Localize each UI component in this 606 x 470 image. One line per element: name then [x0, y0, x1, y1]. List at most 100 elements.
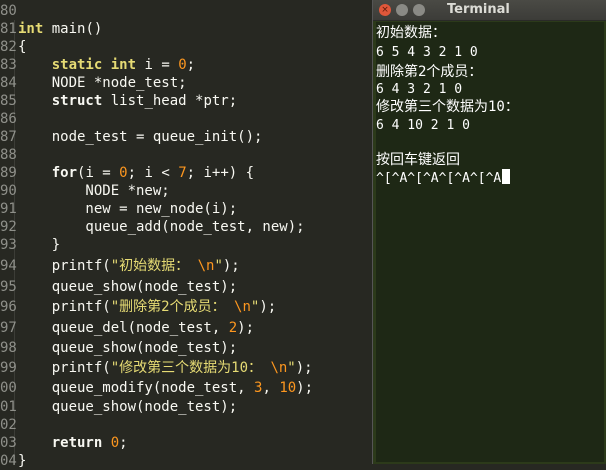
- line-number: 80: [0, 3, 17, 19]
- string-literal: ": [214, 258, 223, 274]
- line-number: 94: [0, 258, 17, 274]
- number-literal: 0: [119, 165, 128, 181]
- code-text: ; i++) {: [186, 165, 255, 181]
- code-text: printf(: [18, 258, 111, 274]
- line-number: 91: [0, 201, 17, 217]
- line-number: 86: [0, 111, 17, 127]
- keyword: int: [110, 57, 137, 73]
- code-text: );: [295, 360, 313, 376]
- code-line[interactable]: 88: [0, 146, 18, 164]
- code-text: );: [259, 299, 277, 315]
- code-text: NODE *new;: [18, 183, 170, 199]
- code-line[interactable]: 02: [0, 416, 18, 434]
- code-text: NODE *node_test;: [18, 75, 187, 91]
- code-text: queue_show(node_test);: [18, 399, 238, 415]
- line-number: 00: [0, 380, 17, 396]
- code-text: );: [222, 258, 240, 274]
- maximize-icon[interactable]: [413, 4, 425, 16]
- line-number: 84: [0, 75, 17, 91]
- keyword: static: [51, 57, 103, 73]
- code-line[interactable]: 98 queue_show(node_test);: [0, 339, 237, 357]
- terminal-line: 6 4 10 2 1 0: [376, 118, 470, 133]
- escape-sequence: \n: [197, 258, 215, 274]
- code-text: );: [237, 320, 255, 336]
- code-text: queue_add(node_test, new);: [18, 219, 305, 235]
- string-literal: "修改第三个数据为10：: [110, 360, 271, 376]
- code-text: printf(: [18, 360, 111, 376]
- code-text: ;: [119, 435, 128, 451]
- code-text: ;: [186, 57, 196, 73]
- terminal-line: 6 4 3 2 1 0: [376, 82, 463, 97]
- terminal-line: 按回车键返回: [376, 152, 460, 168]
- code-text: node_test = queue_init();: [18, 129, 263, 145]
- code-line[interactable]: 97 queue_del(node_test, 2);: [0, 319, 254, 337]
- line-number: 87: [0, 129, 17, 145]
- terminal-line: 删除第2个成员：: [376, 64, 483, 80]
- line-number: 98: [0, 340, 17, 356]
- code-text: (i =: [77, 165, 120, 181]
- line-number: 90: [0, 183, 17, 199]
- number-literal: 2: [228, 320, 238, 336]
- line-number: 89: [0, 165, 17, 181]
- line-number: 97: [0, 320, 17, 336]
- code-line[interactable]: 03 return 0;: [0, 434, 128, 452]
- code-text: }: [18, 237, 61, 253]
- line-number: 96: [0, 299, 17, 315]
- code-text: );: [296, 380, 314, 396]
- terminal-output[interactable]: 初始数据： 6 5 4 3 2 1 0 删除第2个成员： 6 4 3 2 1 0…: [376, 22, 604, 462]
- code-line[interactable]: 95 queue_show(node_test);: [0, 278, 237, 296]
- terminal-title: Terminal: [447, 2, 510, 17]
- terminal-line: 初始数据：: [376, 25, 446, 41]
- close-icon[interactable]: ×: [379, 4, 391, 16]
- line-number: 81: [0, 21, 17, 37]
- escape-sequence: \n: [270, 360, 288, 376]
- code-line[interactable]: 86: [0, 110, 18, 128]
- terminal-window[interactable]: × Terminal 初始数据： 6 5 4 3 2 1 0 删除第2个成员： …: [372, 0, 606, 464]
- line-number: 04: [0, 453, 17, 469]
- code-line[interactable]: 01 queue_show(node_test);: [0, 398, 237, 416]
- string-literal: "删除第2个成员：: [110, 299, 235, 315]
- code-text: i =: [136, 57, 179, 73]
- code-text: queue_del(node_test,: [18, 320, 229, 336]
- code-line[interactable]: 00 queue_modify(node_test, 3, 10);: [0, 379, 313, 397]
- code-line[interactable]: 80: [0, 2, 18, 20]
- code-line[interactable]: 92 queue_add(node_test, new);: [0, 218, 305, 236]
- code-line[interactable]: 81int main(): [0, 20, 102, 38]
- string-literal: "初始数据：: [110, 258, 198, 274]
- code-text: ,: [262, 380, 280, 396]
- code-line[interactable]: 99 printf("修改第三个数据为10： \n");: [0, 359, 313, 377]
- keyword: struct: [51, 93, 103, 109]
- minimize-icon[interactable]: [396, 4, 408, 16]
- terminal-line: 6 5 4 3 2 1 0: [376, 45, 478, 60]
- terminal-line: 修改第三个数据为10：: [376, 99, 519, 115]
- code-line[interactable]: 82{: [0, 38, 26, 56]
- number-literal: 0: [110, 435, 120, 451]
- code-line[interactable]: 93 }: [0, 236, 60, 254]
- number-literal: 7: [178, 165, 187, 181]
- line-number: 88: [0, 147, 17, 163]
- code-line[interactable]: 91 new = new_node(i);: [0, 200, 237, 218]
- code-line[interactable]: 96 printf("删除第2个成员： \n");: [0, 298, 276, 316]
- code-text: new = new_node(i);: [18, 201, 238, 217]
- code-line[interactable]: 87 node_test = queue_init();: [0, 128, 262, 146]
- code-line[interactable]: 89 for(i = 0; i < 7; i++) {: [0, 164, 254, 182]
- terminal-cursor: [502, 169, 511, 184]
- code-line[interactable]: 84 NODE *node_test;: [0, 74, 187, 92]
- code-line[interactable]: 83 static int i = 0;: [0, 56, 195, 74]
- terminal-titlebar[interactable]: × Terminal: [373, 0, 606, 21]
- code-line[interactable]: 85 struct list_head *ptr;: [0, 92, 237, 110]
- code-text: }: [18, 453, 27, 469]
- keyword: int: [18, 21, 44, 37]
- code-text: queue_show(node_test);: [18, 279, 238, 295]
- string-literal: ": [287, 360, 296, 376]
- number-literal: 0: [178, 57, 187, 73]
- code-line[interactable]: 04}: [0, 452, 26, 470]
- code-line[interactable]: 90 NODE *new;: [0, 182, 170, 200]
- line-number: 82: [0, 39, 17, 55]
- code-line[interactable]: 94 printf("初始数据： \n");: [0, 257, 240, 275]
